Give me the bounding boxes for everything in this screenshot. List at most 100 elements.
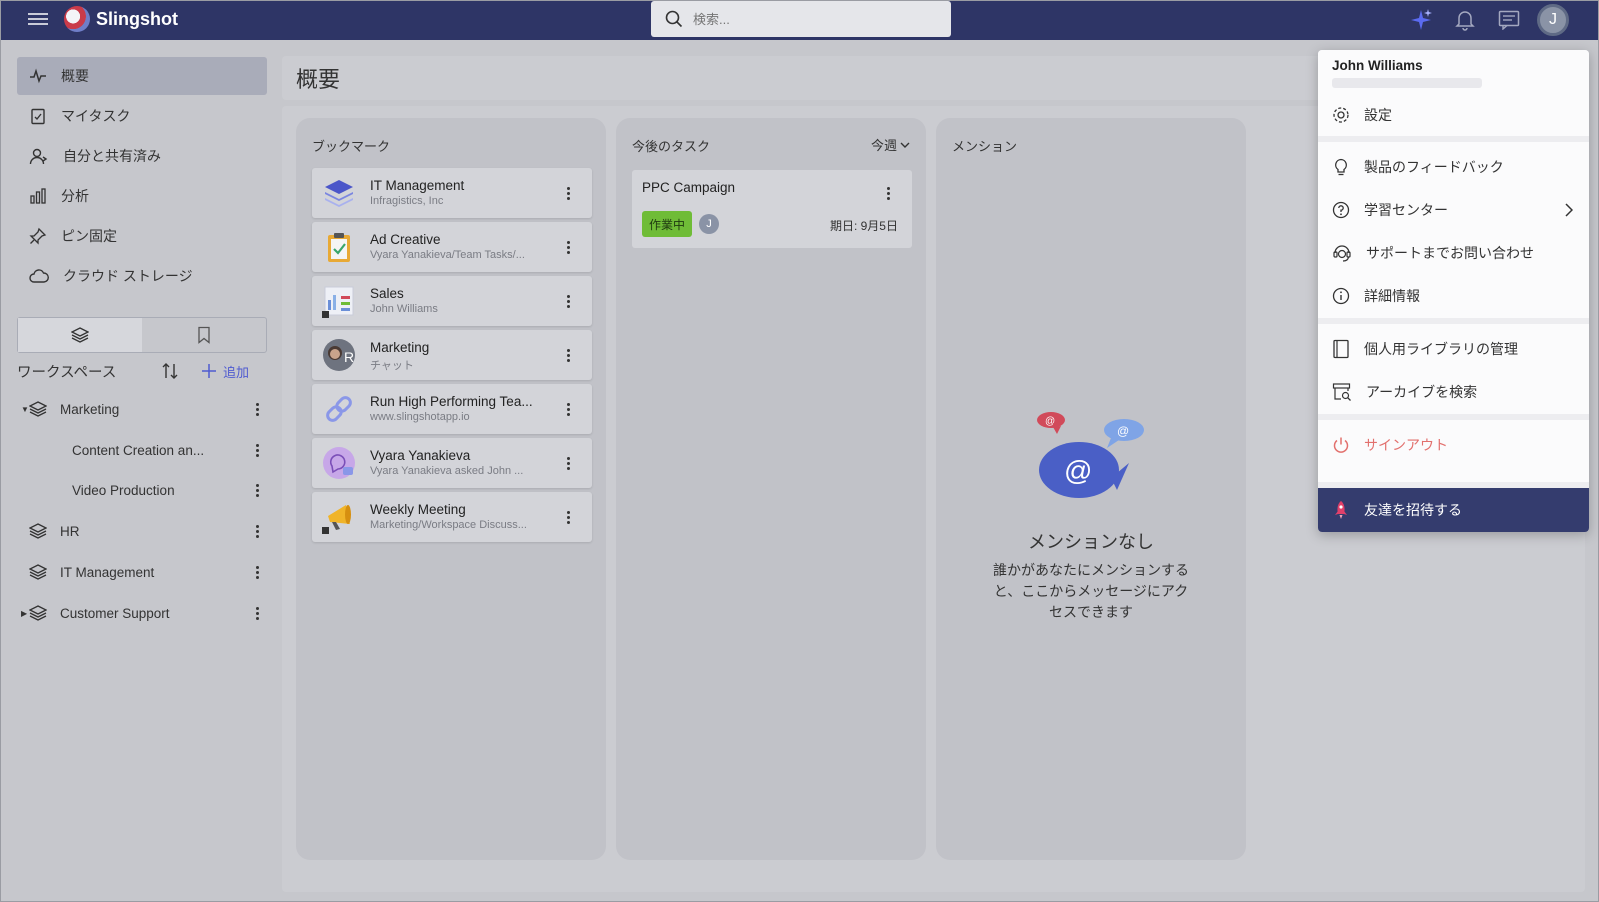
layers-stack-icon xyxy=(325,180,353,207)
workspaces-tab[interactable] xyxy=(18,318,142,352)
bookmark-item[interactable]: Sales John Williams xyxy=(312,276,592,326)
workspace-content-creation[interactable]: Content Creation an... xyxy=(17,433,267,467)
nav-pinned[interactable]: ピン固定 xyxy=(17,217,267,255)
bookmarks-tab[interactable] xyxy=(142,318,266,352)
workspace-customer-support[interactable]: ▶ Customer Support xyxy=(17,596,267,630)
bookmark-item[interactable]: IT Management Infragistics, Inc xyxy=(312,168,592,218)
more-options-icon[interactable] xyxy=(558,178,578,208)
more-options-icon[interactable] xyxy=(558,394,578,424)
bookmark-item[interactable]: Ad Creative Vyara Yanakieva/Team Tasks/.… xyxy=(312,222,592,272)
book-icon xyxy=(1333,339,1349,359)
workspace-it-management[interactable]: IT Management xyxy=(17,555,267,589)
tasks-title: 今後のタスク xyxy=(632,139,711,154)
bookmark-item[interactable]: Vyara Yanakieva Vyara Yanakieva asked Jo… xyxy=(312,438,592,488)
search-box[interactable] xyxy=(651,1,951,37)
more-options-icon[interactable] xyxy=(558,448,578,478)
add-workspace-button[interactable]: 追加 xyxy=(201,362,249,381)
menu-item-learning-center[interactable]: 学習センター xyxy=(1318,189,1589,231)
menu-item-contact-support[interactable]: サポートまでお問い合わせ xyxy=(1318,232,1589,274)
workspace-hr[interactable]: HR xyxy=(17,514,267,548)
search-input[interactable] xyxy=(693,11,923,27)
mentions-empty-line: と、ここからメッセージにアク xyxy=(993,583,1189,599)
workspace-video-production[interactable]: Video Production xyxy=(17,473,267,507)
menu-item-invite-friends[interactable]: 友達を招待する xyxy=(1318,488,1589,532)
more-options-icon[interactable] xyxy=(247,557,267,587)
ai-sparkle-icon[interactable] xyxy=(1399,0,1443,40)
user-name: John Williams xyxy=(1332,58,1423,73)
nav-overview[interactable]: 概要 xyxy=(17,57,267,95)
settings-section: 設定 xyxy=(1318,94,1589,136)
nav-label: 自分と共有済み xyxy=(63,148,161,164)
bookmark-title: Vyara Yanakieva xyxy=(370,448,471,463)
bookmark-subtitle: Vyara Yanakieva asked John ... xyxy=(370,465,524,477)
more-options-icon[interactable] xyxy=(247,394,267,424)
clipboard-task-icon xyxy=(328,233,350,262)
tasks-card: 今後のタスク 今週 PPC Campaign 作業中 J 期日: 9月5日 xyxy=(616,118,926,860)
expand-caret-icon[interactable]: ▶ xyxy=(21,609,27,618)
nav-cloud-storage[interactable]: クラウド ストレージ xyxy=(17,257,267,295)
help-section: 製品のフィードバック 学習センター サポートまでお問い合わせ 詳細情報 xyxy=(1318,142,1589,318)
menu-item-feedback[interactable]: 製品のフィードバック xyxy=(1318,146,1589,188)
more-options-icon[interactable] xyxy=(247,475,267,505)
menu-item-personal-library[interactable]: 個人用ライブラリの管理 xyxy=(1318,328,1589,370)
bookmark-title: Sales xyxy=(370,286,404,301)
link-icon xyxy=(326,396,352,422)
more-options-icon[interactable] xyxy=(247,435,267,465)
power-icon xyxy=(1333,437,1349,453)
user-email-redacted xyxy=(1332,78,1482,88)
more-options-icon[interactable] xyxy=(247,598,267,628)
task-card[interactable]: PPC Campaign 作業中 J 期日: 9月5日 xyxy=(632,170,912,248)
top-bar: Slingshot J xyxy=(0,0,1599,40)
menu-item-sign-out[interactable]: サインアウト xyxy=(1318,424,1589,466)
user-avatar[interactable]: J xyxy=(1537,4,1569,36)
menu-icon[interactable] xyxy=(28,10,48,30)
menu-item-label: 学習センター xyxy=(1364,202,1448,218)
more-options-icon[interactable] xyxy=(558,340,578,370)
more-options-icon[interactable] xyxy=(558,232,578,262)
assignee-avatar[interactable]: J xyxy=(699,214,719,234)
notifications-bell-icon[interactable] xyxy=(1443,0,1487,40)
bookmark-subtitle: Infragistics, Inc xyxy=(370,195,444,207)
bookmark-item[interactable]: Weekly Meeting Marketing/Workspace Discu… xyxy=(312,492,592,542)
bookmark-subtitle: Vyara Yanakieva/Team Tasks/... xyxy=(370,249,525,261)
lightbulb-icon xyxy=(1335,158,1347,176)
task-due-date: 期日: 9月5日 xyxy=(829,219,898,233)
workspace-marketing[interactable]: ▼ Marketing xyxy=(17,392,267,426)
nav-my-tasks[interactable]: マイタスク xyxy=(17,97,267,135)
megaphone-icon xyxy=(322,505,351,534)
menu-item-settings[interactable]: 設定 xyxy=(1318,94,1589,136)
pin-icon xyxy=(29,227,47,245)
direct-message-icon xyxy=(323,447,355,479)
signout-section: サインアウト xyxy=(1318,420,1589,482)
more-options-icon[interactable] xyxy=(878,178,898,208)
sort-icon[interactable] xyxy=(160,361,180,381)
more-options-icon[interactable] xyxy=(558,286,578,316)
task-title: PPC Campaign xyxy=(642,180,736,195)
bookmarks-title: ブックマーク xyxy=(312,139,391,154)
nav-analytics[interactable]: 分析 xyxy=(17,177,267,215)
more-options-icon[interactable] xyxy=(558,502,578,532)
svg-text:@: @ xyxy=(1045,416,1055,427)
status-badge[interactable]: 作業中 xyxy=(642,211,693,237)
expand-caret-icon[interactable]: ▼ xyxy=(21,405,29,414)
chat-icon[interactable] xyxy=(1487,0,1531,40)
library-section: 個人用ライブラリの管理 アーカイブを検索 xyxy=(1318,324,1589,414)
cloud-icon xyxy=(29,269,49,283)
bookmark-item[interactable]: Run High Performing Tea... www.slingshot… xyxy=(312,384,592,434)
more-options-icon[interactable] xyxy=(247,516,267,546)
svg-text:R: R xyxy=(344,349,354,365)
bookmark-title: Run High Performing Tea... xyxy=(370,394,533,409)
menu-item-search-archive[interactable]: アーカイブを検索 xyxy=(1318,371,1589,413)
menu-item-about[interactable]: 詳細情報 xyxy=(1318,275,1589,317)
nav-shared-with-me[interactable]: 自分と共有済み xyxy=(17,137,267,175)
user-info-section: John Williams xyxy=(1318,50,1589,94)
app-logo[interactable]: Slingshot xyxy=(64,6,178,32)
task-filter-dropdown[interactable]: 今週 xyxy=(871,135,910,154)
sidebar-view-toggle xyxy=(17,317,267,353)
bookmark-subtitle: チャット xyxy=(370,360,414,372)
menu-item-label: アーカイブを検索 xyxy=(1366,384,1478,400)
menu-item-label: 設定 xyxy=(1364,107,1392,123)
mentions-empty-line: 誰かがあなたにメンションする xyxy=(993,562,1189,578)
app-name: Slingshot xyxy=(96,8,178,29)
bookmark-item[interactable]: R Marketing チャット xyxy=(312,330,592,380)
